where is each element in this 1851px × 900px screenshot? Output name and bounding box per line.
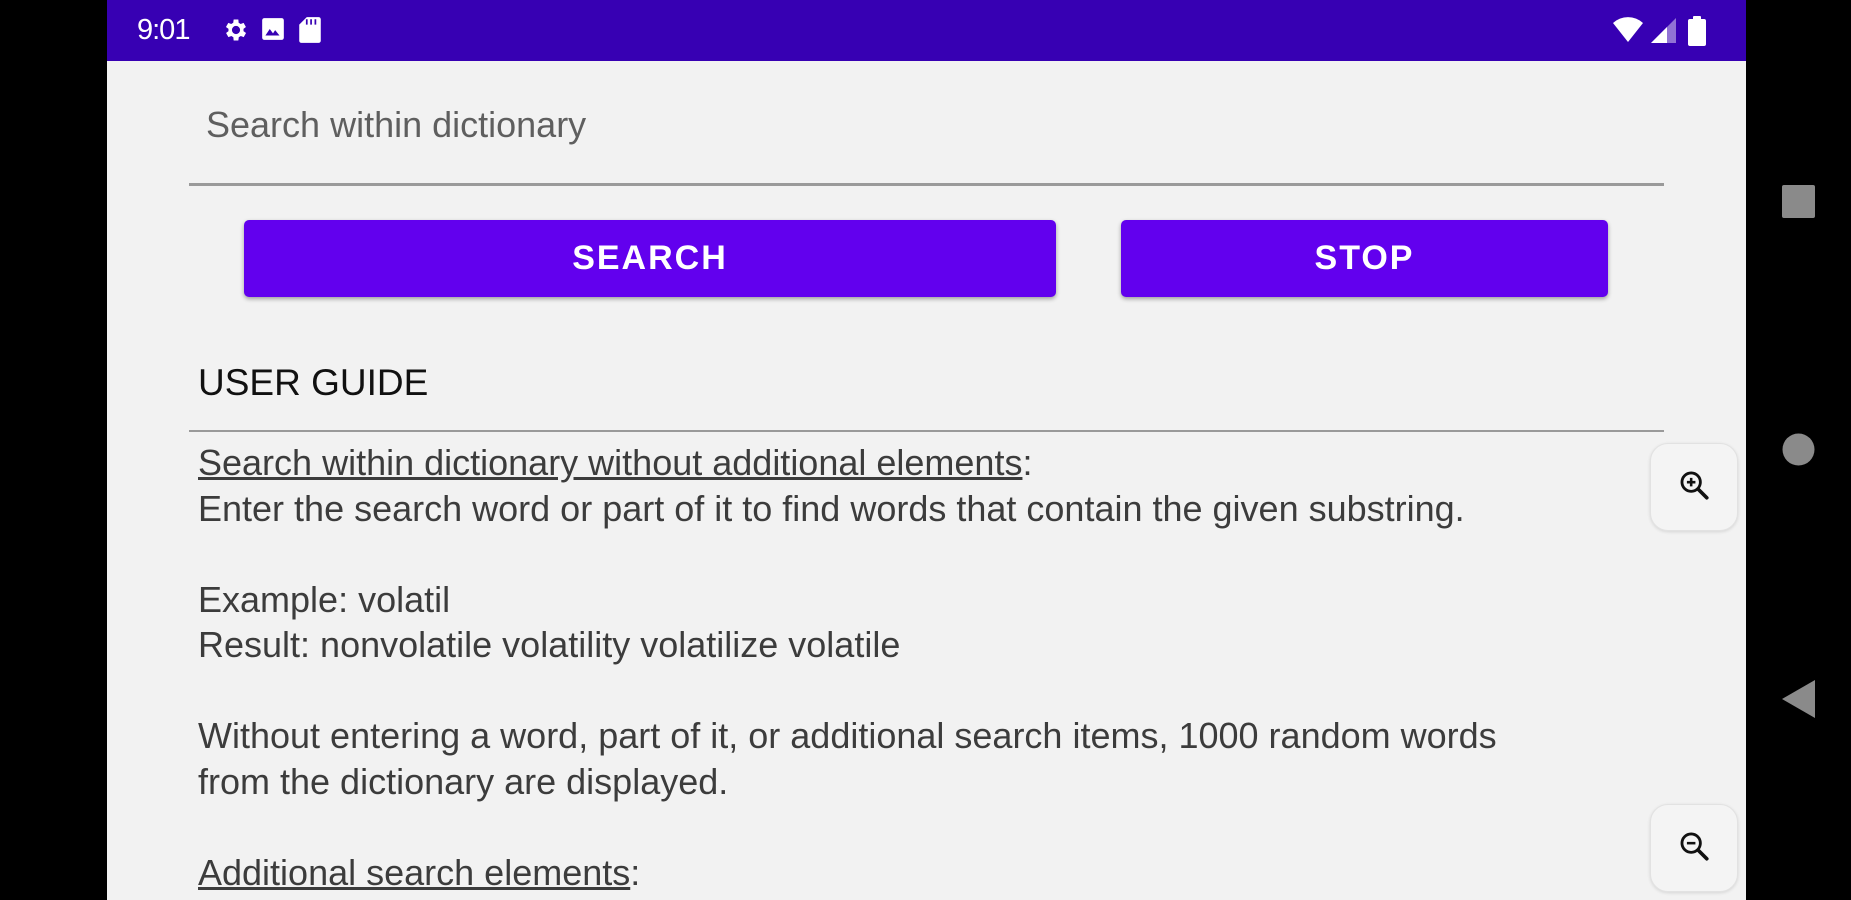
- photo-icon: [260, 16, 288, 44]
- search-button-label: SEARCH: [572, 239, 728, 277]
- user-guide-title: USER GUIDE: [198, 362, 429, 403]
- search-input[interactable]: [189, 80, 1664, 186]
- settings-icon: [222, 16, 250, 44]
- zoom-out-icon: [1677, 829, 1711, 868]
- guide-divider: [189, 430, 1664, 432]
- home-icon[interactable]: [1782, 433, 1815, 471]
- section1-text: Enter the search word or part of it to f…: [198, 487, 1465, 529]
- user-guide-text: Search within dictionary without additio…: [198, 440, 1638, 895]
- zoom-in-icon: [1677, 468, 1711, 507]
- section1-heading: Search within dictionary without additio…: [198, 442, 1033, 483]
- sd-card-icon: [297, 16, 325, 44]
- battery-icon: [1688, 16, 1708, 46]
- search-button[interactable]: SEARCH: [244, 220, 1056, 297]
- section2-heading: Additional search elements:: [198, 851, 641, 893]
- status-bar: 9:01: [107, 0, 1746, 61]
- app-screen: 9:01 SEARCH STOP USER GUIDE Search withi…: [107, 0, 1746, 900]
- stop-button-label: STOP: [1314, 239, 1415, 277]
- zoom-in-button[interactable]: [1650, 443, 1738, 531]
- random-words-line-2: from the dictionary are displayed.: [198, 760, 729, 802]
- signal-icon: [1649, 16, 1677, 44]
- navigation-bar: [1746, 0, 1851, 900]
- recents-icon[interactable]: [1782, 185, 1815, 223]
- zoom-out-button[interactable]: [1650, 804, 1738, 892]
- result-line: Result: nonvolatile volatility volatiliz…: [198, 624, 901, 665]
- back-icon[interactable]: [1782, 680, 1815, 723]
- random-words-line-1: Without entering a word, part of it, or …: [198, 715, 1497, 756]
- stop-button[interactable]: STOP: [1121, 220, 1608, 297]
- example-line: Example: volatil: [198, 578, 451, 620]
- status-time: 9:01: [137, 14, 190, 46]
- wifi-icon: [1612, 16, 1644, 44]
